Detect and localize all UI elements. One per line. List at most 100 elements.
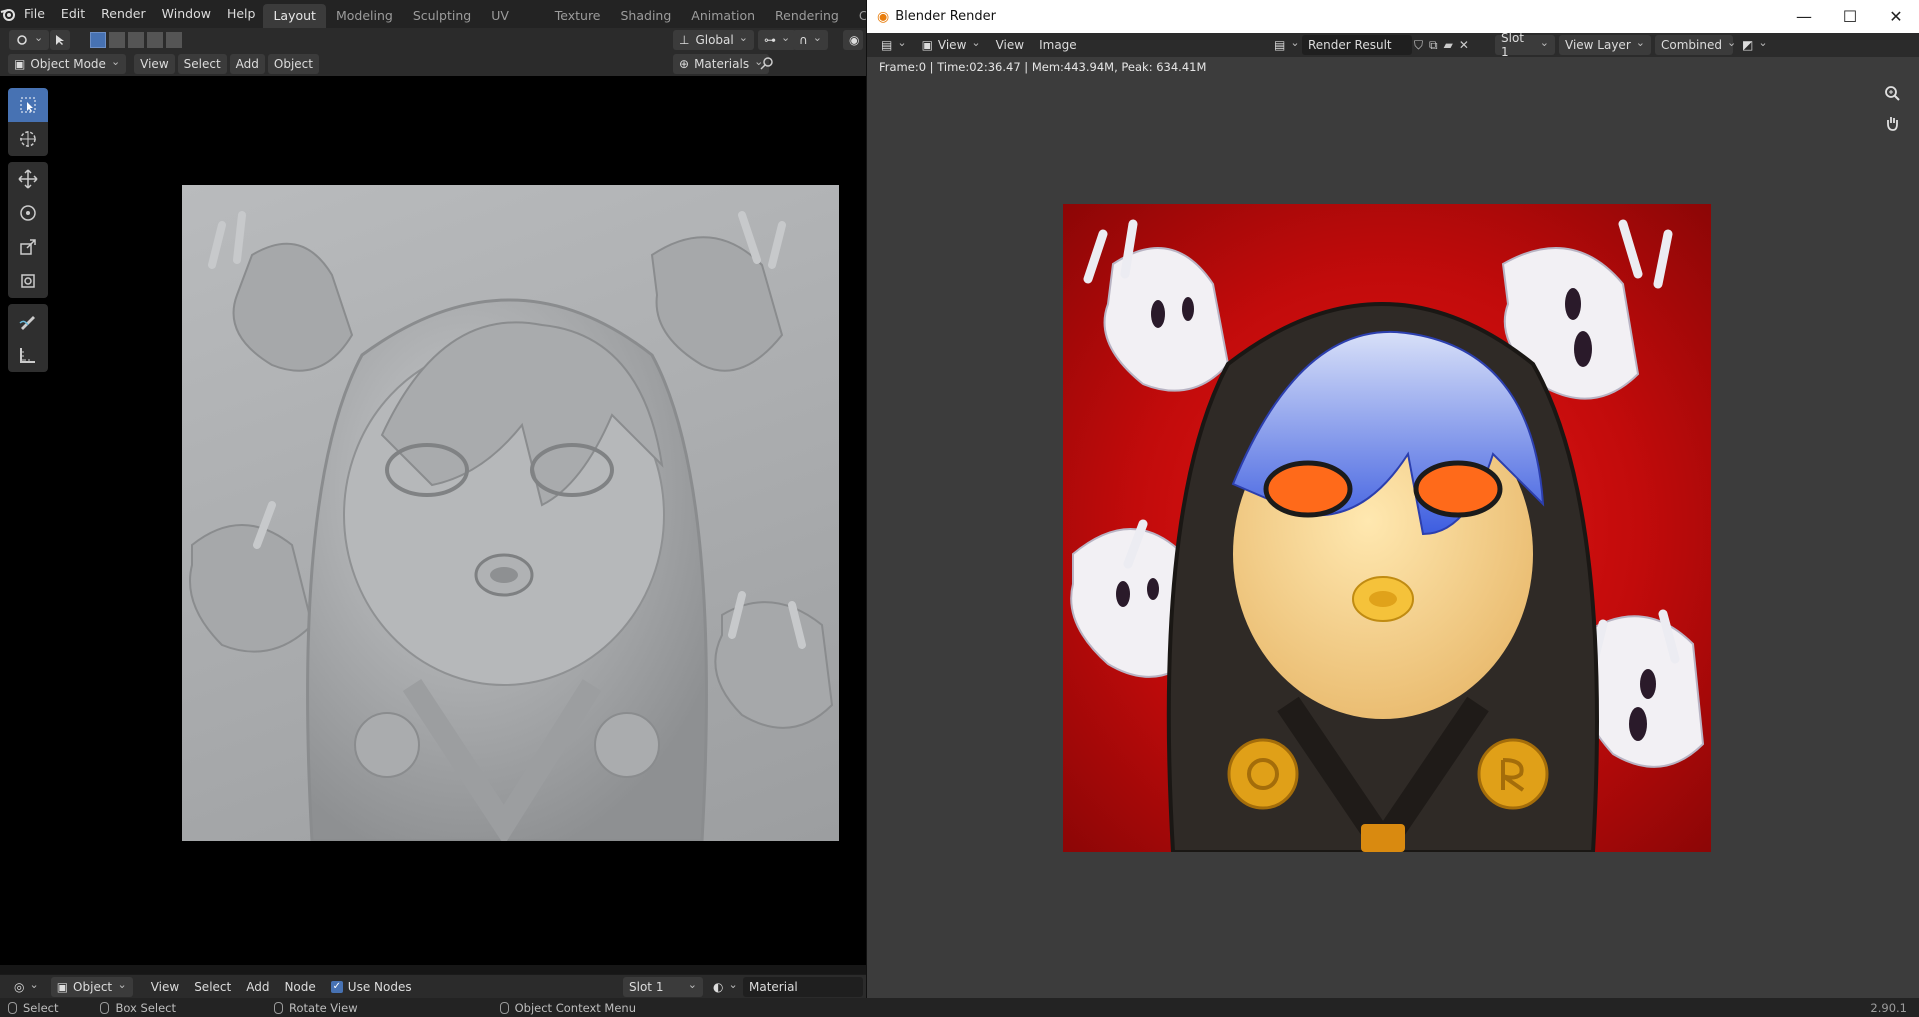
render-menu-view[interactable]: View bbox=[990, 35, 1030, 55]
cursor-icon bbox=[20, 131, 36, 147]
clay-character-illustration bbox=[189, 211, 834, 841]
view-mode-label: View bbox=[937, 38, 967, 52]
image-browse-button[interactable]: ▤ bbox=[1268, 35, 1306, 55]
drag-mouse-icon bbox=[100, 1001, 110, 1014]
middle-mouse-icon bbox=[274, 1001, 283, 1014]
fake-user-shield-icon[interactable]: ⛉ bbox=[1414, 38, 1423, 53]
viewport-menu-object[interactable]: Object bbox=[267, 54, 319, 74]
viewport-menu-select[interactable]: Select bbox=[177, 54, 227, 74]
magnet-icon: ∩ bbox=[799, 33, 808, 47]
unlink-image-icon[interactable]: ✕ bbox=[1459, 38, 1469, 53]
3d-viewport[interactable] bbox=[0, 76, 866, 965]
node-editor-type-button[interactable]: ◎ bbox=[8, 977, 45, 997]
node-menu-node[interactable]: Node bbox=[278, 977, 321, 997]
tab-shading[interactable]: Shading bbox=[611, 4, 682, 28]
render-window-titlebar[interactable]: ◉ Blender Render — ☐ ✕ bbox=[867, 0, 1919, 33]
snap-dropdown[interactable]: ∩ bbox=[793, 30, 829, 50]
status-rotate-view-label: Rotate View bbox=[289, 1000, 358, 1015]
image-editor-type-button[interactable]: ▤ bbox=[875, 35, 913, 55]
image-name-field[interactable]: Render Result bbox=[1302, 35, 1412, 55]
new-image-icon[interactable]: ⧉ bbox=[1429, 38, 1438, 53]
tab-sculpting[interactable]: Sculpting bbox=[403, 4, 481, 28]
orientation-icon: ⊥ bbox=[679, 33, 690, 47]
viewport-menu-view[interactable]: View bbox=[134, 54, 175, 74]
render-slot-label: Slot 1 bbox=[1501, 31, 1524, 59]
scale-tool[interactable] bbox=[8, 230, 48, 264]
select-invert-icon[interactable] bbox=[147, 32, 163, 48]
tab-texture-paint[interactable]: Texture Paint bbox=[545, 4, 611, 47]
blender-logo-icon[interactable] bbox=[0, 7, 16, 21]
node-menu-view[interactable]: View bbox=[145, 977, 185, 997]
tab-animation[interactable]: Animation bbox=[681, 4, 765, 28]
render-info: Frame:0 | Time:02:36.47 | Mem:443.94M, P… bbox=[867, 57, 1919, 77]
rendered-character-illustration bbox=[1070, 219, 1705, 852]
cursor-tool[interactable] bbox=[8, 122, 48, 156]
pivot-point-dropdown[interactable]: ⊶ bbox=[758, 30, 797, 50]
status-context-menu-label: Object Context Menu bbox=[514, 1000, 636, 1015]
maximize-button[interactable]: ☐ bbox=[1827, 0, 1873, 33]
select-extend-icon[interactable] bbox=[109, 32, 125, 48]
mode-dropdown[interactable]: ▣ Object Mode bbox=[8, 54, 127, 74]
annotate-tool[interactable] bbox=[8, 304, 48, 338]
tab-layout[interactable]: Layout bbox=[263, 4, 326, 28]
tab-uv-editing[interactable]: UV Editing bbox=[481, 4, 545, 47]
render-pass-dropdown[interactable]: Combined bbox=[1655, 35, 1733, 55]
use-nodes-checkbox[interactable]: ✓ bbox=[330, 980, 343, 993]
select-intersect-icon[interactable] bbox=[166, 32, 182, 48]
select-new-icon[interactable] bbox=[90, 32, 106, 48]
render-slot-dropdown[interactable]: Slot 1 bbox=[1495, 31, 1555, 59]
pan-hand-icon[interactable] bbox=[1878, 109, 1906, 137]
close-button[interactable]: ✕ bbox=[1873, 0, 1919, 33]
search-icon[interactable] bbox=[760, 56, 774, 73]
minimize-button[interactable]: — bbox=[1781, 0, 1827, 33]
select-box-tool[interactable] bbox=[8, 88, 48, 122]
editor-type-button[interactable] bbox=[9, 30, 50, 50]
node-type-dropdown[interactable]: ▣ Object bbox=[50, 976, 133, 997]
view-mode-icon: ▣ bbox=[921, 38, 933, 52]
render-window-title: Blender Render bbox=[895, 9, 996, 24]
rotate-tool[interactable] bbox=[8, 196, 48, 230]
menu-render[interactable]: Render bbox=[93, 0, 154, 28]
image-browse-icon: ▤ bbox=[1274, 38, 1286, 52]
viewport-menu-add[interactable]: Add bbox=[229, 54, 265, 74]
render-pass-label: Combined bbox=[1661, 38, 1722, 52]
select-tool-icon[interactable] bbox=[50, 30, 70, 50]
toolbar bbox=[8, 88, 48, 372]
zoom-icon[interactable] bbox=[1878, 79, 1906, 107]
left-mouse-icon bbox=[8, 1001, 17, 1014]
shading-dropdown[interactable]: ⊕ Materials bbox=[673, 54, 770, 74]
top-bar: File Edit Render Window Help Layout Mode… bbox=[0, 0, 869, 47]
use-nodes-toggle[interactable]: ✓ Use Nodes bbox=[325, 977, 418, 997]
pivot-icon: ⊶ bbox=[764, 33, 776, 47]
node-menu-add[interactable]: Add bbox=[240, 977, 275, 997]
menu-window[interactable]: Window bbox=[154, 0, 219, 28]
image-editor-icon: ▤ bbox=[881, 38, 893, 52]
status-select: Select bbox=[0, 1001, 58, 1015]
view-layer-dropdown[interactable]: View Layer bbox=[1559, 35, 1651, 55]
move-tool[interactable] bbox=[8, 162, 48, 196]
tab-modeling[interactable]: Modeling bbox=[326, 4, 403, 28]
menu-edit[interactable]: Edit bbox=[53, 0, 93, 28]
status-box-select-label: Box Select bbox=[115, 1000, 176, 1015]
measure-tool[interactable] bbox=[8, 338, 48, 372]
tab-rendering[interactable]: Rendering bbox=[765, 4, 849, 28]
menu-file[interactable]: File bbox=[16, 0, 53, 28]
transform-tool[interactable] bbox=[8, 264, 48, 298]
transform-orientation-dropdown[interactable]: ⊥ Global bbox=[673, 30, 754, 50]
render-menu-image[interactable]: Image bbox=[1033, 35, 1083, 55]
status-rotate-view: Rotate View bbox=[266, 1001, 358, 1015]
proportional-edit-button[interactable]: ◉ bbox=[843, 30, 863, 50]
select-subtract-icon[interactable] bbox=[128, 32, 144, 48]
material-browse-button[interactable]: ◐ bbox=[707, 977, 744, 997]
menu-help[interactable]: Help bbox=[219, 0, 264, 28]
material-name-field[interactable]: Material bbox=[743, 977, 863, 997]
node-slot-dropdown[interactable]: Slot 1 bbox=[623, 977, 703, 997]
display-channels-dropdown[interactable]: ◩ bbox=[1736, 35, 1774, 55]
open-image-folder-icon[interactable]: ▰ bbox=[1444, 38, 1453, 53]
node-menu-select[interactable]: Select bbox=[188, 977, 237, 997]
render-canvas[interactable] bbox=[867, 77, 1919, 998]
viewport-editor-icon bbox=[17, 35, 27, 45]
object-mode-icon: ▣ bbox=[14, 57, 26, 71]
maximize-icon: ☐ bbox=[1842, 7, 1858, 26]
view-mode-dropdown[interactable]: ▣ View bbox=[916, 35, 987, 55]
